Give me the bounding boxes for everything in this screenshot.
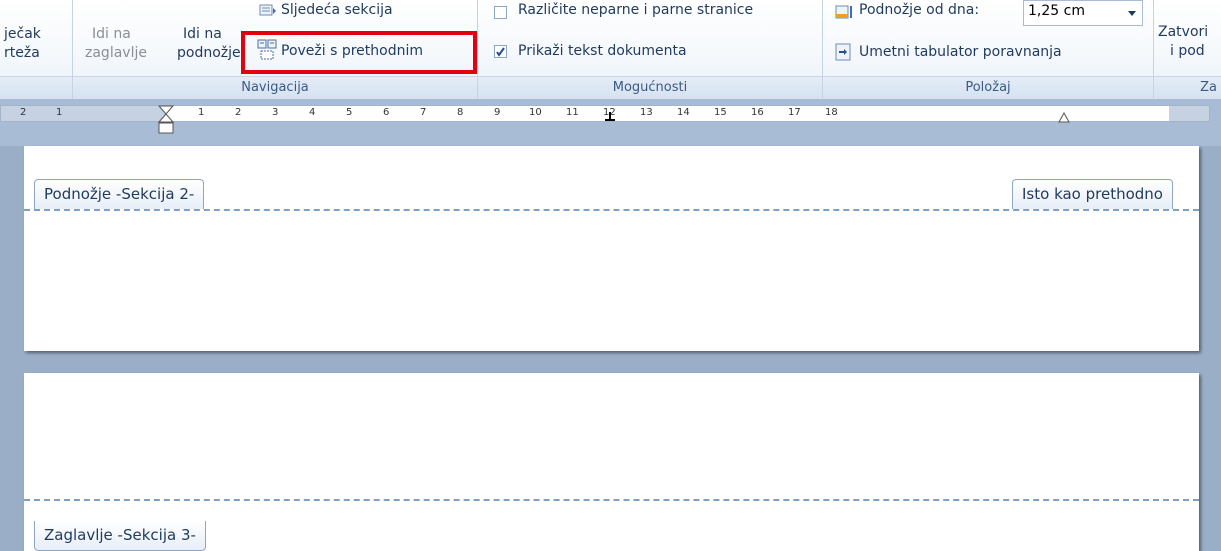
ruler-number: 2 bbox=[20, 107, 27, 118]
close-label2: i pod bbox=[1170, 43, 1205, 59]
show-document-text-checkbox[interactable] bbox=[494, 45, 507, 58]
page-section-2: Podnožje -Sekcija 2- Isto kao prethodno bbox=[24, 146, 1199, 351]
header-area[interactable] bbox=[24, 373, 1199, 497]
different-odd-even-checkbox[interactable] bbox=[494, 6, 507, 19]
page-section-3: Zaglavlje -Sekcija 3- bbox=[24, 373, 1199, 551]
ruler-number: 1 bbox=[198, 107, 205, 118]
spinner-down-icon[interactable] bbox=[1128, 11, 1136, 16]
tab-stop-marker-icon[interactable] bbox=[605, 112, 615, 122]
left-indent-marker-icon[interactable] bbox=[158, 105, 174, 135]
left-clipped-group: ječak rteža bbox=[0, 0, 72, 99]
close-header-footer-button[interactable]: Zatvori i pod bbox=[1154, 20, 1221, 70]
ruler-number: 17 bbox=[788, 107, 801, 118]
ruler-number: 18 bbox=[825, 107, 838, 118]
footer-area[interactable] bbox=[24, 212, 1199, 351]
ruler-right-margin bbox=[1169, 106, 1209, 121]
next-section-icon bbox=[259, 4, 276, 16]
ruler-number: 7 bbox=[420, 107, 427, 118]
highlight-box bbox=[241, 31, 477, 74]
goto-footer-label2: podnožje bbox=[177, 45, 241, 61]
right-indent-marker-icon[interactable] bbox=[1058, 111, 1070, 123]
next-section-button[interactable]: Sljedeća sekcija bbox=[257, 0, 457, 24]
ruler-number: 2 bbox=[235, 107, 242, 118]
close-label1: Zatvori bbox=[1158, 24, 1209, 40]
ruler-number: 10 bbox=[529, 107, 542, 118]
ruler-number: 11 bbox=[566, 107, 579, 118]
next-section-label: Sljedeća sekcija bbox=[281, 2, 393, 18]
footer-section-2-tab: Podnožje -Sekcija 2- bbox=[34, 179, 205, 209]
goto-footer-button[interactable]: Idi na podnožje bbox=[177, 22, 245, 68]
left-clip-line2[interactable]: rteža bbox=[4, 45, 40, 61]
ruler-bar: 2 1 1 2 3 4 5 6 7 8 9 10 11 12 13 14 15 … bbox=[0, 105, 1210, 134]
ruler-number: 3 bbox=[272, 107, 279, 118]
show-document-text-label: Prikaži tekst dokumenta bbox=[518, 43, 687, 59]
insert-alignment-tab-label: Umetni tabulator poravnanja bbox=[859, 44, 1062, 60]
ruler-number: 9 bbox=[494, 107, 501, 118]
close-group-label: Za bbox=[1154, 76, 1221, 99]
goto-header-button[interactable]: Idi na zaglavlje bbox=[85, 22, 147, 68]
ruler-number: 4 bbox=[309, 107, 316, 118]
options-group-label: Mogućnosti bbox=[478, 76, 822, 99]
footer-from-bottom-spinner[interactable]: 1,25 cm bbox=[1023, 0, 1143, 26]
ruler-number: 15 bbox=[714, 107, 727, 118]
ruler-number: 14 bbox=[677, 107, 690, 118]
different-odd-even-option[interactable]: Različite neparne i parne stranice bbox=[494, 0, 814, 22]
position-group-label: Položaj bbox=[823, 76, 1153, 99]
footer-from-bottom-value[interactable]: 1,25 cm bbox=[1028, 3, 1085, 19]
left-clip-line1[interactable]: ječak bbox=[4, 26, 41, 42]
ribbon: ječak rteža Idi na zaglavlje Idi na podn… bbox=[0, 0, 1221, 100]
close-group: Zatvori i pod Za bbox=[1154, 0, 1221, 99]
checkmark-icon bbox=[496, 47, 505, 57]
ruler-number: 13 bbox=[640, 107, 653, 118]
left-clip-group-label bbox=[0, 76, 72, 99]
show-document-text-option[interactable]: Prikaži tekst dokumenta bbox=[494, 42, 754, 64]
insert-alignment-tab-button[interactable]: Umetni tabulator poravnanja bbox=[831, 40, 1131, 66]
ruler-number: 1 bbox=[56, 107, 63, 118]
ruler-number: 8 bbox=[457, 107, 464, 118]
horizontal-ruler: 2 1 1 2 3 4 5 6 7 8 9 10 11 12 13 14 15 … bbox=[0, 99, 1221, 146]
different-odd-even-label: Različite neparne i parne stranice bbox=[518, 2, 754, 18]
footer-from-bottom-label: Podnožje od dna: bbox=[859, 2, 980, 18]
ruler-number: 16 bbox=[751, 107, 764, 118]
position-group: Podnožje od dna: 1,25 cm Umetni tabulato… bbox=[823, 0, 1153, 99]
navigation-group-label: Navigacija bbox=[73, 76, 477, 99]
header-boundary-line bbox=[24, 499, 1199, 501]
footer-boundary-line bbox=[24, 209, 1199, 211]
goto-header-label2: zaglavlje bbox=[85, 45, 147, 61]
goto-footer-label1: Idi na bbox=[183, 26, 222, 42]
ruler-number: 6 bbox=[383, 107, 390, 118]
options-group: Različite neparne i parne stranice Prika… bbox=[478, 0, 822, 99]
footer-from-bottom-icon bbox=[835, 5, 852, 19]
header-section-3-tab: Zaglavlje -Sekcija 3- bbox=[34, 521, 206, 551]
goto-header-label1: Idi na bbox=[92, 26, 131, 42]
same-as-previous-tab: Isto kao prethodno bbox=[1012, 179, 1173, 209]
alignment-tab-icon bbox=[835, 43, 851, 61]
ruler-number: 5 bbox=[346, 107, 353, 118]
